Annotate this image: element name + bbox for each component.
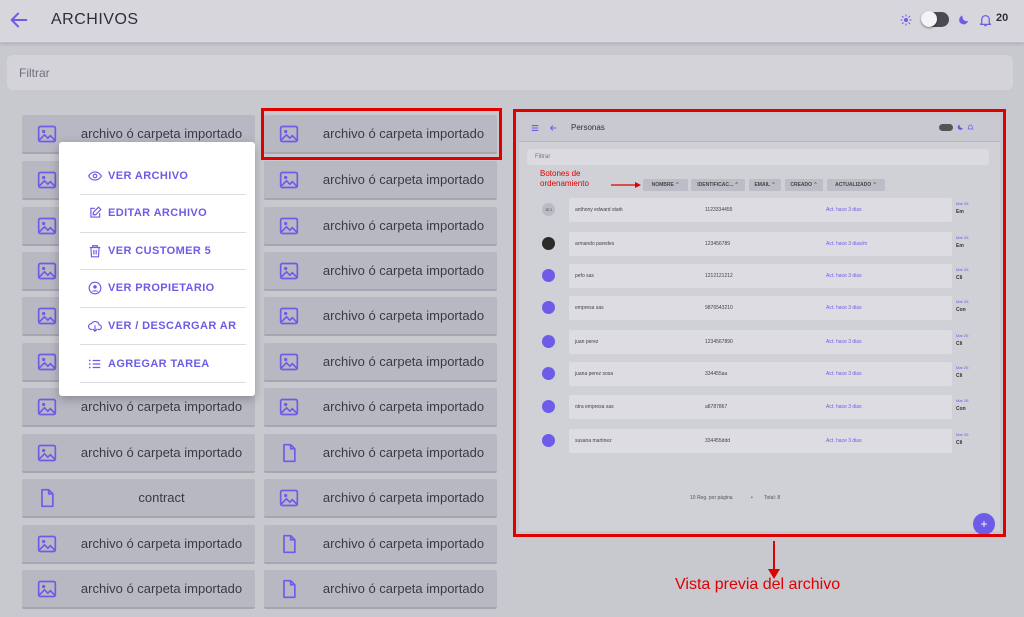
file-card[interactable]: archivo ó carpeta importado bbox=[22, 525, 255, 564]
image-icon bbox=[37, 580, 57, 598]
back-arrow-icon[interactable] bbox=[8, 9, 30, 31]
notification-count: 20 bbox=[996, 12, 1009, 24]
file-name: archivo ó carpeta importado bbox=[322, 308, 485, 323]
image-icon bbox=[37, 262, 57, 280]
top-bar: ARCHIVOS 20 bbox=[0, 0, 1024, 43]
menu-item-label: VER CUSTOMER 5 bbox=[108, 244, 212, 257]
image-icon bbox=[37, 535, 57, 553]
menu-item-label: VER / DESCARGAR AR bbox=[108, 319, 237, 332]
page-title: ARCHIVOS bbox=[51, 11, 139, 28]
file-name: archivo ó carpeta importado bbox=[322, 399, 485, 414]
list-icon bbox=[88, 359, 101, 368]
image-icon bbox=[279, 307, 299, 325]
trash-icon bbox=[89, 244, 101, 258]
file-name: archivo ó carpeta importado bbox=[322, 218, 485, 233]
image-icon bbox=[279, 171, 299, 189]
theme-toggle[interactable] bbox=[921, 11, 949, 27]
bell-icon[interactable] bbox=[978, 12, 993, 28]
menu-item-label: AGREGAR TAREA bbox=[108, 357, 210, 370]
image-icon bbox=[37, 217, 57, 235]
file-card[interactable]: archivo ó carpeta importado bbox=[264, 297, 497, 336]
file-name: archivo ó carpeta importado bbox=[80, 536, 243, 551]
eye-icon bbox=[88, 170, 102, 181]
image-icon bbox=[37, 444, 57, 462]
menu-item-label: EDITAR ARCHIVO bbox=[108, 207, 208, 220]
image-icon bbox=[37, 171, 57, 189]
highlight-box bbox=[261, 108, 502, 160]
file-card[interactable]: archivo ó carpeta importado bbox=[264, 207, 497, 246]
moon-icon bbox=[959, 15, 968, 25]
image-icon bbox=[37, 353, 57, 371]
file-card[interactable]: archivo ó carpeta importado bbox=[22, 434, 255, 473]
menu-item-ver-propietario[interactable]: VER PROPIETARIO bbox=[80, 270, 246, 308]
file-icon bbox=[283, 579, 296, 599]
file-card[interactable]: archivo ó carpeta importado bbox=[22, 570, 255, 609]
file-card[interactable]: archivo ó carpeta importado bbox=[264, 525, 497, 564]
file-card[interactable]: archivo ó carpeta importado bbox=[264, 343, 497, 382]
edit-icon bbox=[90, 206, 102, 218]
file-name: contract bbox=[138, 490, 185, 505]
menu-item-editar-archivo[interactable]: EDITAR ARCHIVO bbox=[80, 195, 246, 233]
menu-item-label: VER ARCHIVO bbox=[108, 169, 189, 182]
filter-bar bbox=[7, 55, 1013, 90]
user-circle-icon bbox=[88, 281, 102, 295]
image-icon bbox=[279, 353, 299, 371]
file-name: archivo ó carpeta importado bbox=[322, 354, 485, 369]
file-name: archivo ó carpeta importado bbox=[322, 581, 485, 596]
file-name: archivo ó carpeta importado bbox=[80, 445, 243, 460]
image-icon bbox=[37, 125, 57, 143]
file-icon bbox=[41, 488, 54, 508]
file-card[interactable]: archivo ó carpeta importado bbox=[264, 570, 497, 609]
sun-icon bbox=[900, 14, 912, 26]
highlight-box bbox=[513, 109, 1006, 537]
image-icon bbox=[37, 398, 57, 416]
file-name: archivo ó carpeta importado bbox=[322, 172, 485, 187]
arrow-icon bbox=[768, 541, 780, 579]
file-name: archivo ó carpeta importado bbox=[80, 399, 243, 414]
context-menu: VER ARCHIVO EDITAR ARCHIVO VER CUSTOMER 5 V… bbox=[59, 142, 255, 396]
file-name: archivo ó carpeta importado bbox=[322, 445, 485, 460]
file-icon bbox=[283, 443, 296, 463]
file-name: archivo ó carpeta importado bbox=[80, 126, 243, 141]
file-name: archivo ó carpeta importado bbox=[322, 490, 485, 505]
file-name: archivo ó carpeta importado bbox=[322, 536, 485, 551]
menu-item-ver-descargar-ar[interactable]: VER / DESCARGAR AR bbox=[80, 307, 246, 346]
filter-input[interactable] bbox=[7, 55, 1011, 90]
file-card[interactable]: archivo ó carpeta importado bbox=[264, 434, 497, 473]
image-icon bbox=[279, 217, 299, 235]
file-name: archivo ó carpeta importado bbox=[80, 581, 243, 596]
cloud-download-icon bbox=[88, 320, 102, 332]
file-card[interactable]: archivo ó carpeta importado bbox=[264, 161, 497, 200]
file-card[interactable]: archivo ó carpeta importado bbox=[264, 388, 497, 427]
image-icon bbox=[279, 262, 299, 280]
preview-caption: Vista previa del archivo bbox=[675, 576, 841, 593]
file-card[interactable]: archivo ó carpeta importado bbox=[264, 252, 497, 291]
menu-item-label: VER PROPIETARIO bbox=[108, 282, 215, 295]
image-icon bbox=[279, 398, 299, 416]
file-name: archivo ó carpeta importado bbox=[322, 263, 485, 278]
file-card[interactable]: contract bbox=[22, 479, 255, 518]
image-icon bbox=[37, 307, 57, 325]
image-icon bbox=[279, 489, 299, 507]
menu-item-ver-archivo[interactable]: VER ARCHIVO bbox=[80, 157, 246, 195]
file-card[interactable]: archivo ó carpeta importado bbox=[264, 479, 497, 518]
menu-item-agregar-tarea[interactable]: AGREGAR TAREA bbox=[80, 345, 246, 383]
menu-item-ver-customer-5[interactable]: VER CUSTOMER 5 bbox=[80, 232, 246, 271]
file-icon bbox=[283, 534, 296, 554]
